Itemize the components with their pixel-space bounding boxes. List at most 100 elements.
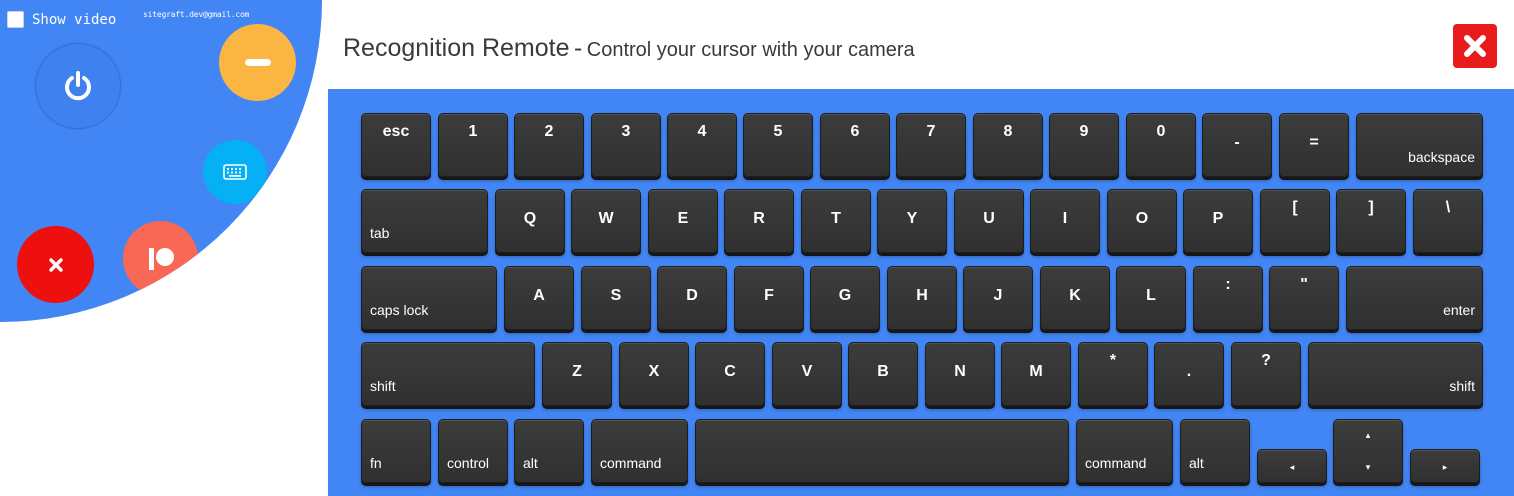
key-q[interactable]: Q <box>495 189 565 253</box>
key-tab[interactable]: tab <box>361 189 488 253</box>
key-close-bracket[interactable]: ] <box>1336 189 1406 253</box>
power-icon <box>65 71 91 101</box>
key-m[interactable]: M <box>1001 342 1071 406</box>
key-a[interactable]: A <box>504 266 574 330</box>
key-z[interactable]: Z <box>542 342 612 406</box>
key-fn[interactable]: fn <box>361 419 431 483</box>
arrow-left-icon: ◂ <box>1289 462 1295 472</box>
key-2[interactable]: 2 <box>514 113 584 177</box>
key-colon[interactable]: : <box>1193 266 1263 330</box>
key-i[interactable]: I <box>1030 189 1100 253</box>
key-equals[interactable]: = <box>1279 113 1349 177</box>
app-subtitle: Control your cursor with your camera <box>586 39 915 61</box>
key-h[interactable]: H <box>887 266 957 330</box>
key-6[interactable]: 6 <box>820 113 890 177</box>
key-shift-right[interactable]: shift <box>1308 342 1483 406</box>
key-backspace[interactable]: backspace <box>1356 113 1483 177</box>
key-minus[interactable]: - <box>1202 113 1272 177</box>
key-label: 9 <box>1079 123 1089 140</box>
key-e[interactable]: E <box>648 189 718 253</box>
key-o[interactable]: O <box>1107 189 1177 253</box>
key-label: H <box>916 287 928 304</box>
key-1[interactable]: 1 <box>438 113 508 177</box>
keyboard-toggle-button[interactable] <box>203 140 267 204</box>
page-title: Recognition Remote - Control your cursor… <box>343 34 915 63</box>
key-label: K <box>1069 287 1081 304</box>
key-8[interactable]: 8 <box>973 113 1043 177</box>
key-3[interactable]: 3 <box>591 113 661 177</box>
keyboard-row-2: tab Q W E R T Y U I O P [ ] \ <box>361 189 1483 253</box>
minus-icon <box>244 59 271 66</box>
key-enter[interactable]: enter <box>1346 266 1483 330</box>
key-open-bracket[interactable]: [ <box>1260 189 1330 253</box>
key-caps-lock[interactable]: caps lock <box>361 266 497 330</box>
key-label: 0 <box>1156 123 1166 140</box>
key-question[interactable]: ? <box>1231 342 1301 406</box>
key-7[interactable]: 7 <box>896 113 966 177</box>
key-arrow-right[interactable]: ▸ <box>1410 449 1480 483</box>
key-alt-left[interactable]: alt <box>514 419 584 483</box>
app-title: Recognition Remote <box>343 34 570 62</box>
key-w[interactable]: W <box>571 189 641 253</box>
power-button[interactable] <box>35 43 121 129</box>
close-window-button[interactable] <box>1453 24 1497 68</box>
key-label: Y <box>906 210 918 227</box>
key-label: F <box>764 287 774 304</box>
key-j[interactable]: J <box>963 266 1033 330</box>
key-label: ] <box>1368 199 1374 216</box>
minimize-button[interactable] <box>219 24 296 101</box>
key-0[interactable]: 0 <box>1126 113 1196 177</box>
key-label: [ <box>1292 199 1298 216</box>
key-command-left[interactable]: command <box>591 419 688 483</box>
key-9[interactable]: 9 <box>1049 113 1119 177</box>
key-v[interactable]: V <box>772 342 842 406</box>
key-label: shift <box>370 378 396 394</box>
key-b[interactable]: B <box>848 342 918 406</box>
patreon-icon <box>148 247 174 270</box>
key-space[interactable] <box>695 419 1069 483</box>
key-asterisk[interactable]: * <box>1078 342 1148 406</box>
key-r[interactable]: R <box>724 189 794 253</box>
key-label: G <box>838 287 852 304</box>
key-label: I <box>1062 210 1068 227</box>
key-g[interactable]: G <box>810 266 880 330</box>
key-label: " <box>1300 276 1308 293</box>
key-shift-left[interactable]: shift <box>361 342 535 406</box>
key-label: J <box>993 287 1003 304</box>
key-n[interactable]: N <box>925 342 995 406</box>
key-label: T <box>831 210 841 227</box>
key-arrow-left[interactable]: ◂ <box>1257 449 1327 483</box>
key-label: Z <box>572 363 582 380</box>
key-c[interactable]: C <box>695 342 765 406</box>
key-y[interactable]: Y <box>877 189 947 253</box>
key-f[interactable]: F <box>734 266 804 330</box>
close-panel-button[interactable] <box>17 226 94 303</box>
key-alt-right[interactable]: alt <box>1180 419 1250 483</box>
key-label: control <box>447 455 490 471</box>
key-d[interactable]: D <box>657 266 727 330</box>
key-period[interactable]: . <box>1154 342 1224 406</box>
key-backslash[interactable]: \ <box>1413 189 1483 253</box>
key-control[interactable]: control <box>438 419 508 483</box>
key-label: B <box>877 363 889 380</box>
key-u[interactable]: U <box>954 189 1024 253</box>
key-quote[interactable]: " <box>1269 266 1339 330</box>
key-esc[interactable]: esc <box>361 113 431 177</box>
key-p[interactable]: P <box>1183 189 1253 253</box>
key-l[interactable]: L <box>1116 266 1186 330</box>
key-command-right[interactable]: command <box>1076 419 1173 483</box>
key-5[interactable]: 5 <box>743 113 813 177</box>
key-4[interactable]: 4 <box>667 113 737 177</box>
key-arrow-up-down[interactable]: ▴ ▾ <box>1333 419 1403 483</box>
key-k[interactable]: K <box>1040 266 1110 330</box>
key-s[interactable]: S <box>581 266 651 330</box>
patreon-button[interactable] <box>123 221 198 296</box>
key-label: P <box>1212 210 1224 227</box>
key-label: R <box>753 210 765 227</box>
keyboard-icon <box>223 164 247 180</box>
key-t[interactable]: T <box>801 189 871 253</box>
key-label: backspace <box>1408 149 1475 165</box>
show-video-toggle[interactable]: Show video <box>7 11 116 28</box>
show-video-checkbox[interactable] <box>7 11 24 28</box>
key-x[interactable]: X <box>619 342 689 406</box>
